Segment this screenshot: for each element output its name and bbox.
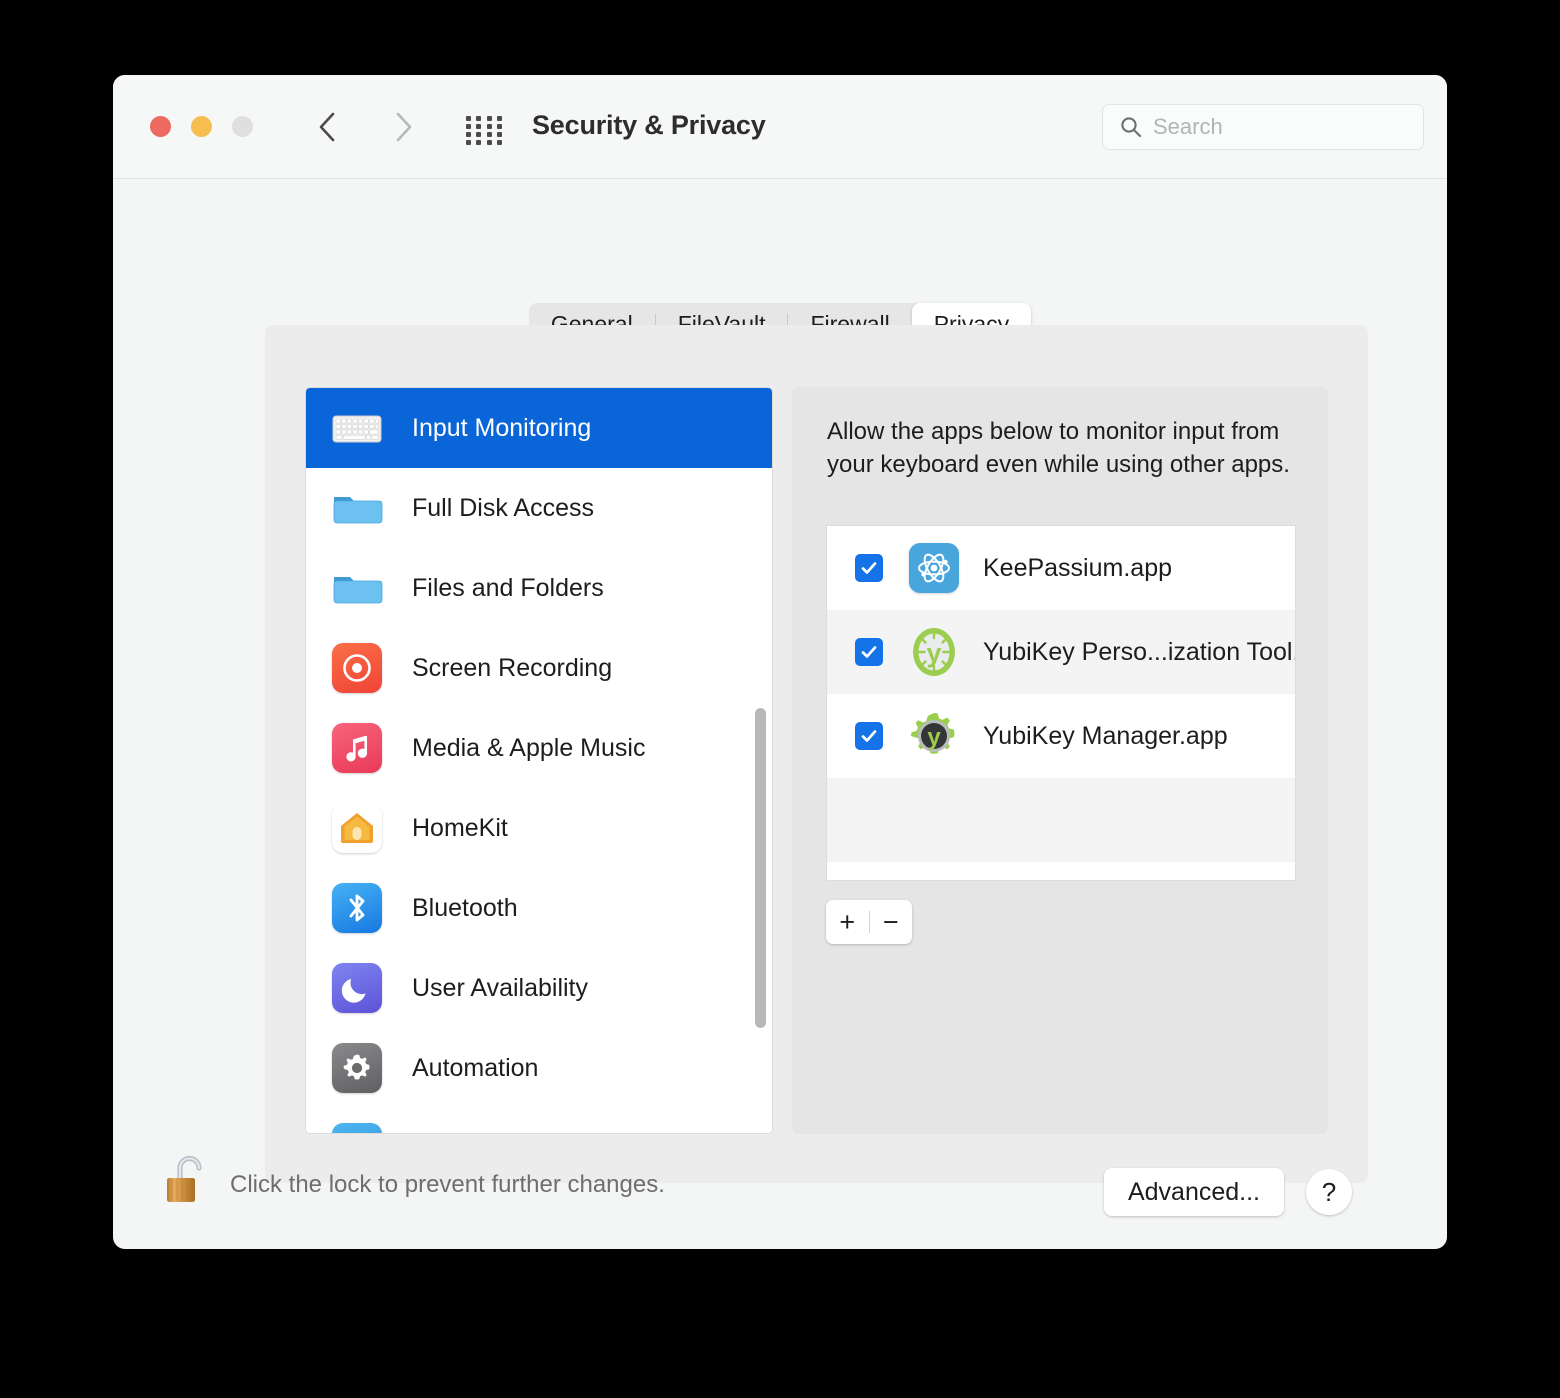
empty-row [827,862,1295,880]
sidebar-item-screen-recording[interactable]: Screen Recording [306,628,772,708]
home-icon [328,799,386,857]
table-row[interactable]: KeePassium.app [827,526,1295,610]
search-field[interactable] [1102,104,1424,150]
table-row[interactable]: y YubiKey Perso...ization Tool.app [827,610,1295,694]
checkmark-icon [861,646,877,658]
forward-button[interactable] [388,111,420,143]
sidebar-item-automation[interactable]: Automation [306,1028,772,1108]
music-note-icon [328,719,386,777]
app-name: YubiKey Perso...ization Tool.app [983,637,1295,666]
help-button[interactable]: ? [1306,1169,1352,1215]
sidebar-item-bluetooth[interactable]: Bluetooth [306,868,772,948]
svg-text:y: y [926,638,941,668]
traffic-lights [150,116,253,137]
gear-icon [328,1039,386,1097]
yubikey-personalization-icon: y [907,625,961,679]
sidebar-item-user-availability[interactable]: User Availability [306,948,772,1028]
checkmark-icon [861,562,877,574]
allowed-apps-list[interactable]: KeePassium.app y YubiKey Perso...ization… [826,525,1296,881]
folder-icon [328,479,386,537]
close-button[interactable] [150,116,171,137]
sidebar-item-label: Screen Recording [412,653,613,682]
sidebar-scrollbar-thumb[interactable] [755,708,766,1028]
app-name: KeePassium.app [983,553,1173,582]
show-all-grid-icon[interactable] [466,116,504,145]
permission-description: Allow the apps below to monitor input fr… [827,418,1290,479]
page-title: Security & Privacy [532,110,766,140]
privacy-category-list[interactable]: Input Monitoring Full Disk Access Files … [305,387,773,1134]
bluetooth-icon [328,879,386,937]
app-name: YubiKey Manager.app [983,721,1228,750]
search-icon [1119,115,1143,139]
sidebar-item-label: HomeKit [412,813,508,842]
add-app-button[interactable]: + [826,900,869,944]
back-button[interactable] [311,111,343,143]
minimize-button[interactable] [191,116,212,137]
sidebar-item-label: Media & Apple Music [412,733,646,762]
window-titlebar: Security & Privacy [113,75,1447,179]
unlocked-padlock-icon [167,1155,202,1202]
screen-record-icon [328,639,386,697]
app-permissions-pane: Allow the apps below to monitor input fr… [792,387,1328,1134]
checkmark-icon [861,730,877,742]
remove-app-button[interactable]: − [870,900,913,944]
keepassium-atom-icon [907,541,961,595]
sidebar-item-files-and-folders[interactable]: Files and Folders [306,548,772,628]
search-input[interactable] [1153,114,1393,140]
chevron-left-icon [319,112,335,142]
add-remove-segmented-control[interactable]: + − [826,900,912,944]
moon-icon [328,959,386,1017]
sidebar-item-label: Automation [412,1053,539,1082]
lock-status-text: Click the lock to prevent further change… [230,1171,665,1198]
accessibility-icon [328,1119,386,1133]
advanced-button[interactable]: Advanced... [1103,1168,1284,1216]
sidebar-item-label: Files and Folders [412,573,604,602]
table-row[interactable]: y YubiKey Manager.app [827,694,1295,778]
sidebar-item-label: Full Disk Access [412,493,594,522]
sidebar-item-input-monitoring[interactable]: Input Monitoring [306,388,772,468]
tab-bar-wrapper: General FileVault Firewall Privacy [113,179,1447,345]
sidebar-item-homekit[interactable]: HomeKit [306,788,772,868]
content-panel: Input Monitoring Full Disk Access Files … [265,325,1368,1183]
sidebar-item-full-disk-access[interactable]: Full Disk Access [306,468,772,548]
sidebar-item-accessibility[interactable] [306,1108,772,1133]
sidebar-item-label: Input Monitoring [412,413,592,442]
app-checkbox[interactable] [855,554,883,582]
sidebar-item-media-apple-music[interactable]: Media & Apple Music [306,708,772,788]
privacy-category-items: Input Monitoring Full Disk Access Files … [306,388,772,1133]
sidebar-item-label: Bluetooth [412,893,518,922]
lock-button[interactable] [162,1152,216,1212]
svg-text:y: y [927,724,941,751]
folder-icon [328,559,386,617]
keyboard-icon [328,399,386,457]
sidebar-item-label: User Availability [412,973,589,1002]
empty-row [827,778,1295,862]
zoom-button[interactable] [232,116,253,137]
yubikey-manager-icon: y [907,709,961,763]
preferences-window: Security & Privacy General FileVault Fir… [113,75,1447,1249]
app-checkbox[interactable] [855,722,883,750]
chevron-right-icon [396,112,412,142]
app-checkbox[interactable] [855,638,883,666]
